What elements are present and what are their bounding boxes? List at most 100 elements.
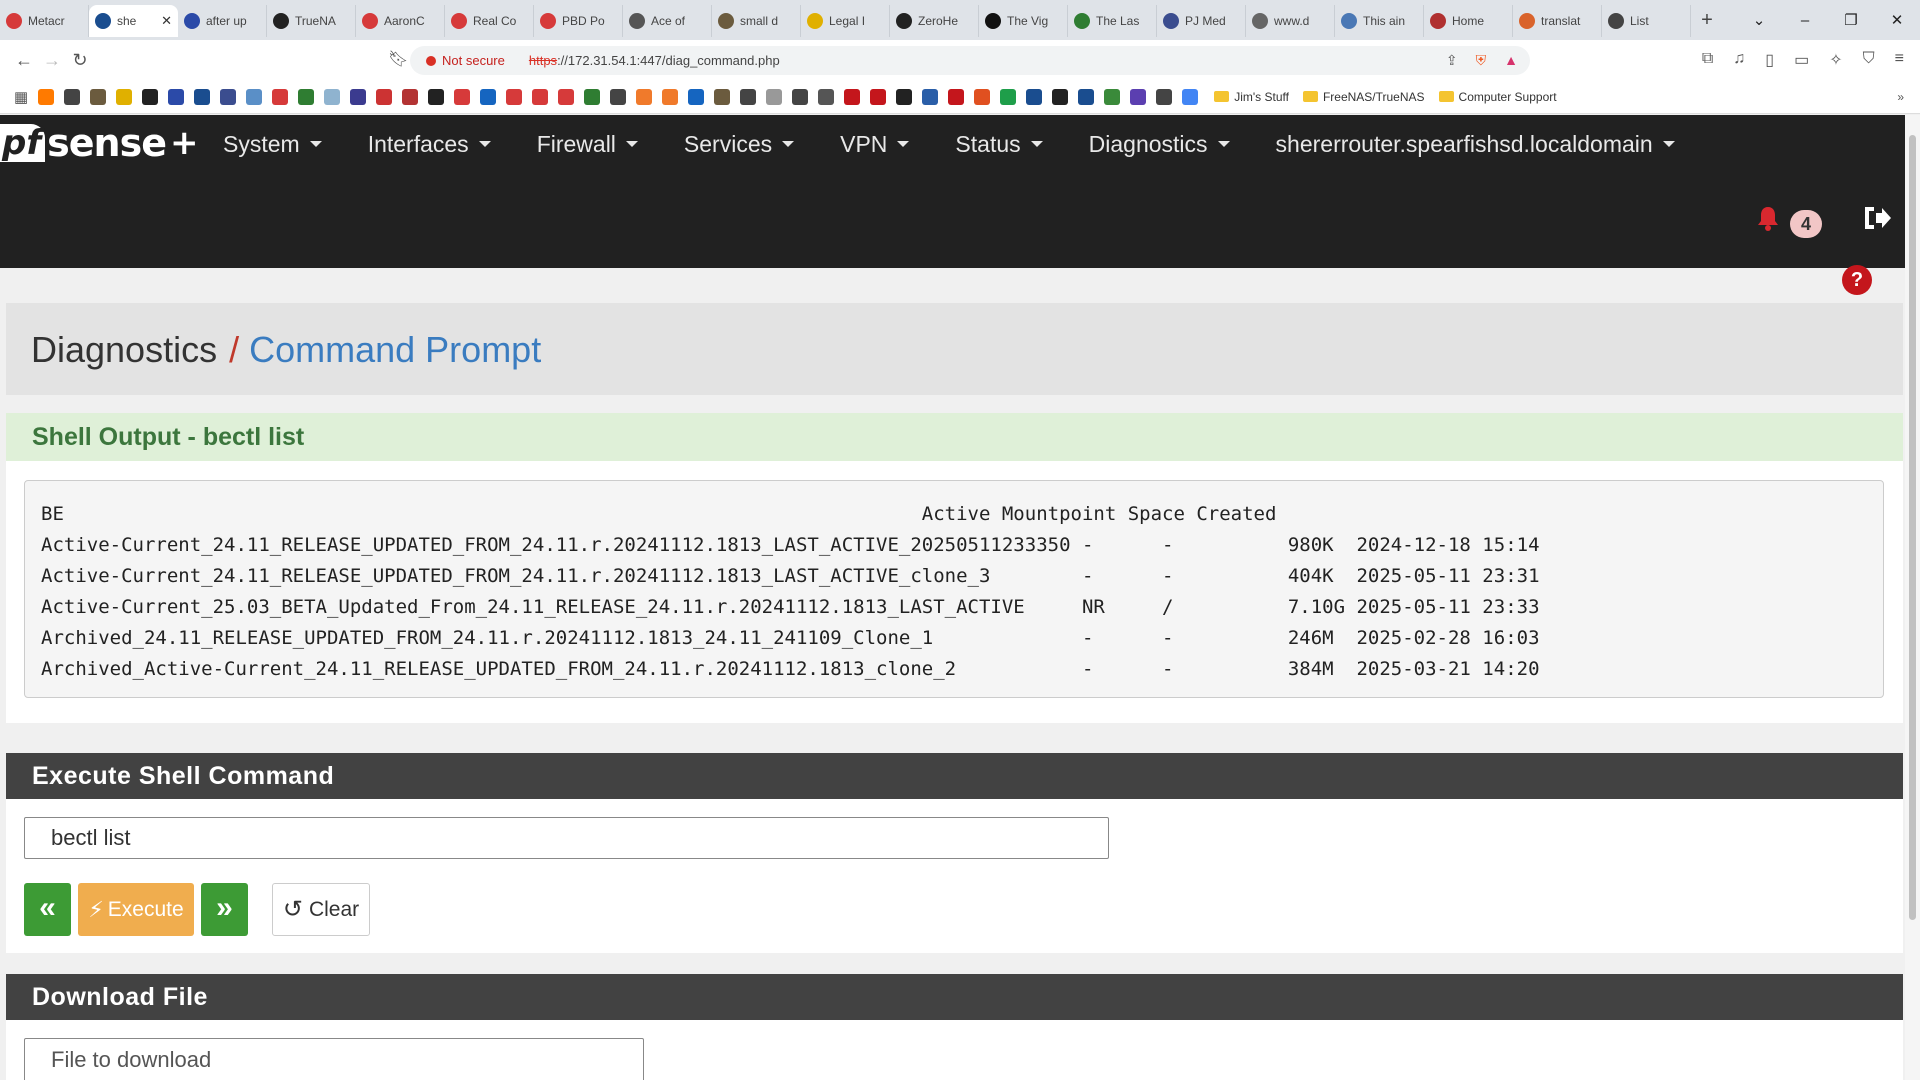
bookmark-icon[interactable] [896, 88, 913, 105]
bookmark-icon[interactable] [688, 88, 705, 105]
bookmark-folder[interactable]: Jim's Stuff [1214, 90, 1289, 104]
execute-button[interactable]: ⚡︎ Execute [78, 883, 194, 936]
browser-tab[interactable]: The Las [1068, 5, 1157, 37]
bookmark-icon[interactable] [220, 88, 237, 105]
url-field[interactable]: Not secure https://172.31.54.1:447/diag_… [410, 46, 1530, 75]
bookmark-folder[interactable]: Computer Support [1438, 90, 1557, 104]
download-file-input[interactable]: File to download [24, 1038, 644, 1080]
menu-item[interactable]: Services [661, 127, 817, 161]
page-scrollbar[interactable] [1905, 115, 1920, 1080]
bookmark-icon[interactable] [974, 88, 991, 105]
bookmark-icon[interactable] [584, 88, 601, 105]
extensions-icon[interactable]: ⧉ [1702, 50, 1713, 70]
history-back-button[interactable]: « [24, 883, 71, 936]
bookmark-icon[interactable] [1052, 88, 1069, 105]
reload-button[interactable]: ↻ [66, 50, 94, 71]
browser-tab[interactable]: Metacr [0, 5, 89, 37]
bookmark-icon[interactable] [636, 88, 653, 105]
bookmark-icon[interactable] [116, 88, 133, 105]
logout-icon[interactable] [1862, 204, 1892, 232]
bookmark-icon[interactable] [324, 88, 341, 105]
browser-tab[interactable]: translat [1513, 5, 1602, 37]
browser-tab[interactable]: TrueNA [267, 5, 356, 37]
browser-tab[interactable]: AaronC [356, 5, 445, 37]
browser-tab[interactable]: Legal I [801, 5, 890, 37]
browser-tab[interactable]: www.d [1246, 5, 1335, 37]
menu-item[interactable]: VPN [817, 127, 932, 161]
browser-tab[interactable]: PBD Po [534, 5, 623, 37]
bookmark-icon[interactable] [766, 88, 783, 105]
bookmark-icon[interactable] [1078, 88, 1095, 105]
more-bookmarks-icon[interactable]: » [1897, 90, 1904, 104]
bookmark-icon[interactable] [662, 88, 679, 105]
tab-search-chevron-icon[interactable]: ⌄ [1736, 11, 1782, 29]
brave-rewards-icon[interactable]: ▲ [1504, 52, 1518, 69]
menu-item[interactable]: Diagnostics [1066, 127, 1253, 161]
bookmark-icon[interactable] [454, 88, 471, 105]
menu-item[interactable]: Firewall [514, 127, 661, 161]
close-window-button[interactable]: ✕ [1874, 11, 1920, 29]
bookmark-icon[interactable] [558, 88, 575, 105]
menu-icon[interactable]: ≡ [1895, 50, 1904, 70]
breadcrumb-parent[interactable]: Diagnostics [31, 329, 217, 370]
restore-button[interactable]: ❐ [1828, 11, 1874, 29]
bell-icon[interactable] [1756, 205, 1780, 231]
brave-shield-icon[interactable]: ⛨ [1476, 52, 1487, 69]
share-icon[interactable]: ⇪ [1446, 52, 1458, 69]
bookmark-page-icon[interactable]: 🔖︎ [388, 49, 408, 69]
bookmark-icon[interactable] [246, 88, 263, 105]
browser-tab[interactable]: The Vig [979, 5, 1068, 37]
menu-item[interactable]: shererrouter.spearfishsd.localdomain [1253, 127, 1698, 161]
command-input[interactable]: bectl list [24, 817, 1109, 859]
browser-tab[interactable]: This ain [1335, 5, 1424, 37]
breadcrumb-current[interactable]: Command Prompt [249, 329, 541, 370]
bookmark-icon[interactable] [1130, 88, 1147, 105]
security-indicator[interactable]: Not secure [426, 53, 505, 68]
bookmark-icon[interactable] [740, 88, 757, 105]
bookmark-icon[interactable] [1000, 88, 1017, 105]
bookmark-icon[interactable] [90, 88, 107, 105]
sidebar-icon[interactable]: ▯ [1765, 50, 1774, 70]
bookmark-icon[interactable] [948, 88, 965, 105]
bookmark-icon[interactable] [870, 88, 887, 105]
new-tab-button[interactable]: + [1691, 9, 1723, 32]
browser-tab[interactable]: she ✕ [89, 5, 178, 37]
browser-tab[interactable]: Real Co [445, 5, 534, 37]
browser-tab[interactable]: Ace of [623, 5, 712, 37]
bookmark-icon[interactable] [922, 88, 939, 105]
close-tab-icon[interactable]: ✕ [161, 13, 172, 29]
forward-button[interactable]: → [38, 50, 66, 71]
bookmark-icon[interactable] [818, 88, 835, 105]
bookmark-icon[interactable] [38, 88, 55, 105]
help-icon[interactable]: ? [1842, 265, 1872, 295]
browser-tab[interactable]: List [1602, 5, 1691, 37]
bookmark-icon[interactable] [350, 88, 367, 105]
bookmark-folder[interactable]: FreeNAS/TrueNAS [1302, 90, 1425, 104]
browser-tab[interactable]: small d [712, 5, 801, 37]
bookmark-icon[interactable] [610, 88, 627, 105]
vpn-shield-icon[interactable]: ⛉ [1863, 50, 1875, 70]
notification-badge[interactable]: 4 [1790, 210, 1822, 238]
bookmark-icon[interactable] [194, 88, 211, 105]
bookmark-icon[interactable] [1156, 88, 1173, 105]
clear-button[interactable]: ↺ Clear [272, 883, 370, 936]
pfsense-logo[interactable]: pf sense + [0, 119, 198, 167]
browser-tab[interactable]: after up [178, 5, 267, 37]
bookmark-icon[interactable] [1104, 88, 1121, 105]
bookmark-icon[interactable] [844, 88, 861, 105]
bookmark-icon[interactable] [714, 88, 731, 105]
menu-item[interactable]: Status [932, 127, 1065, 161]
history-forward-button[interactable]: » [201, 883, 248, 936]
wallet-icon[interactable]: ▭ [1794, 50, 1809, 70]
scrollbar-thumb[interactable] [1909, 135, 1916, 920]
bookmark-icon[interactable] [298, 88, 315, 105]
menu-item[interactable]: System [200, 127, 345, 161]
bookmark-icon[interactable] [272, 88, 289, 105]
apps-grid-icon[interactable]: ▦ [14, 88, 28, 106]
menu-item[interactable]: Interfaces [345, 127, 514, 161]
bookmark-icon[interactable] [402, 88, 419, 105]
bookmark-icon[interactable] [64, 88, 81, 105]
bookmark-icon[interactable] [506, 88, 523, 105]
media-icon[interactable]: ♫ [1733, 50, 1745, 70]
bookmark-icon[interactable] [792, 88, 809, 105]
